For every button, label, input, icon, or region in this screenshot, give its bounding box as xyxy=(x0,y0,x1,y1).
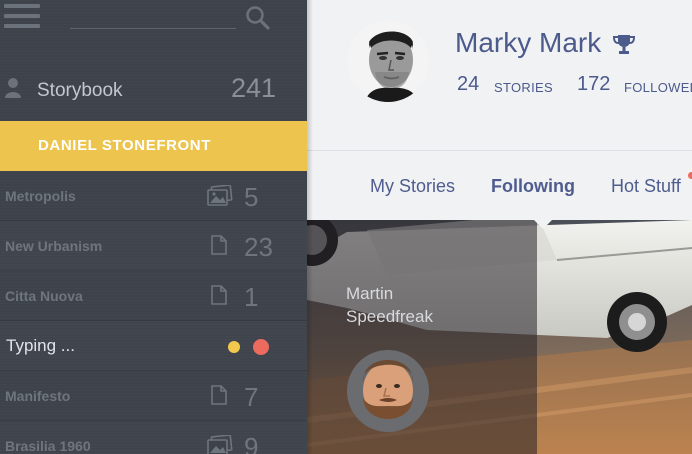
tab-pointer xyxy=(534,220,552,229)
image-icon xyxy=(207,185,233,206)
sidebar-topbar xyxy=(0,0,307,60)
list-item-metropolis[interactable]: Metropolis 5 xyxy=(0,171,307,221)
storybook-count: 241 xyxy=(230,73,276,103)
list-item-label: Citta Nuova xyxy=(5,288,83,304)
active-user-name: DANIEL STONEFRONT xyxy=(38,137,211,154)
story-card-overlay xyxy=(307,220,537,454)
stories-count: 24 xyxy=(457,73,480,95)
image-icon xyxy=(207,435,233,454)
author-photo xyxy=(347,350,429,432)
list-item-count: 1 xyxy=(244,282,259,312)
list-item-manifesto[interactable]: Manifesto 7 xyxy=(0,371,307,421)
menu-icon[interactable] xyxy=(4,4,40,32)
tab-my-stories[interactable]: My Stories xyxy=(370,176,455,197)
story-author-name[interactable]: Martin Speedfreak xyxy=(346,282,476,328)
list-item-new-urbanism[interactable]: New Urbanism 23 xyxy=(0,221,307,271)
avatar[interactable] xyxy=(347,20,429,102)
search-input[interactable] xyxy=(70,28,236,29)
trophy-icon xyxy=(612,35,636,54)
user-icon xyxy=(5,78,21,98)
storybook-row[interactable]: Storybook 241 xyxy=(0,63,307,117)
list-item-count: 5 xyxy=(244,182,259,212)
list-item-label: Brasilia 1960 xyxy=(5,438,91,454)
document-icon xyxy=(211,385,227,405)
search-icon[interactable] xyxy=(244,4,272,32)
list-item-count: 9 xyxy=(244,432,259,454)
storybook-label: Storybook xyxy=(37,80,123,101)
list-item-citta-nuova[interactable]: Citta Nuova 1 xyxy=(0,271,307,321)
document-icon xyxy=(211,285,227,305)
story-author-avatar[interactable] xyxy=(347,350,429,432)
list-item-brasilia[interactable]: Brasilia 1960 9 xyxy=(0,421,307,454)
notification-dot xyxy=(688,172,692,179)
document-icon xyxy=(211,235,227,255)
typing-label: Typing ... xyxy=(6,336,75,355)
list-item-label: Metropolis xyxy=(5,188,76,204)
tab-following[interactable]: Following xyxy=(491,176,575,197)
list-item-count: 23 xyxy=(244,232,273,262)
stories-label[interactable]: STORIES xyxy=(494,80,553,95)
typing-dot-yellow xyxy=(228,341,240,353)
profile-photo xyxy=(347,20,429,102)
typing-row[interactable]: Typing ... xyxy=(0,321,307,371)
list-item-label: Manifesto xyxy=(5,388,71,404)
profile-name: Marky Mark xyxy=(455,27,602,58)
sidebar: Storybook 241 DANIEL STONEFRONT Metropol… xyxy=(0,0,307,454)
main-panel: Marky Mark 24 STORIES 172 FOLLOWERS My S… xyxy=(307,0,692,454)
list-item-count: 7 xyxy=(244,382,259,412)
list-item-label: New Urbanism xyxy=(5,238,103,254)
story-card[interactable]: Martin Speedfreak xyxy=(307,220,692,454)
header-divider xyxy=(307,150,692,151)
panel-shadow xyxy=(307,0,313,454)
tab-hot-stuff[interactable]: Hot Stuff xyxy=(611,176,681,197)
followers-count: 172 xyxy=(577,73,611,95)
typing-dot-red xyxy=(253,339,269,355)
followers-label[interactable]: FOLLOWERS xyxy=(624,80,692,95)
active-user-row[interactable]: DANIEL STONEFRONT xyxy=(0,121,307,171)
